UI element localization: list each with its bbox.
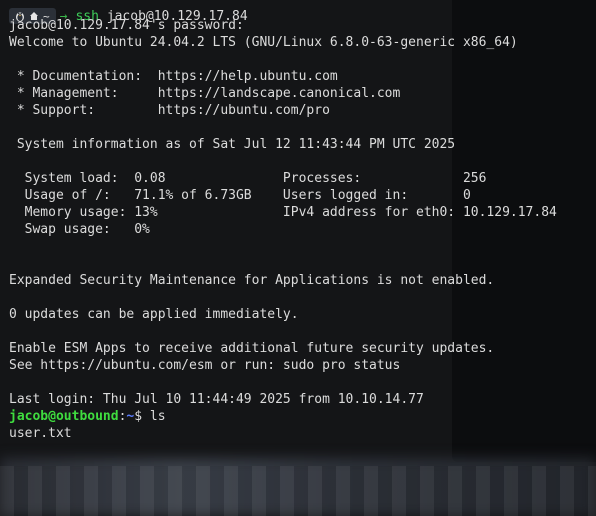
prompt-user-host: jacob@outbound [9, 409, 119, 424]
command-output-line: user.txt [9, 426, 72, 441]
remote-prompt-line[interactable]: jacob@outbound:~$ ls [9, 408, 596, 425]
output-line: Enable ESM Apps to receive additional fu… [9, 341, 495, 356]
output-line: jacob@10.129.17.84's password: [9, 18, 244, 33]
prompt-symbol: $ [134, 409, 150, 424]
background-taskbar [0, 466, 596, 516]
terminal-window[interactable]: ~ → ssh jacob@10.129.17.84 jacob@10.129.… [0, 0, 596, 516]
output-line: * Support: https://ubuntu.com/pro [9, 103, 330, 118]
prompt-command: ls [149, 409, 166, 424]
output-line: System information as of Sat Jul 12 11:4… [9, 137, 456, 152]
output-line: System load: 0.08 Processes: 256 [9, 171, 487, 186]
output-line: Usage of /: 71.1% of 6.73GB Users logged… [9, 188, 471, 203]
terminal-output: jacob@10.129.17.84's password: Welcome t… [9, 17, 596, 442]
output-line: See https://ubuntu.com/esm or run: sudo … [9, 358, 401, 373]
output-line: Welcome to Ubuntu 24.04.2 LTS (GNU/Linux… [9, 35, 518, 50]
output-line: Swap usage: 0% [9, 222, 150, 237]
output-line: Memory usage: 13% IPv4 address for eth0:… [9, 205, 557, 220]
output-line: Last login: Thu Jul 10 11:44:49 2025 fro… [9, 392, 424, 407]
output-line: * Documentation: https://help.ubuntu.com [9, 69, 338, 84]
output-line: 0 updates can be applied immediately. [9, 307, 299, 322]
output-line: Expanded Security Maintenance for Applic… [9, 273, 495, 288]
output-line: * Management: https://landscape.canonica… [9, 86, 401, 101]
